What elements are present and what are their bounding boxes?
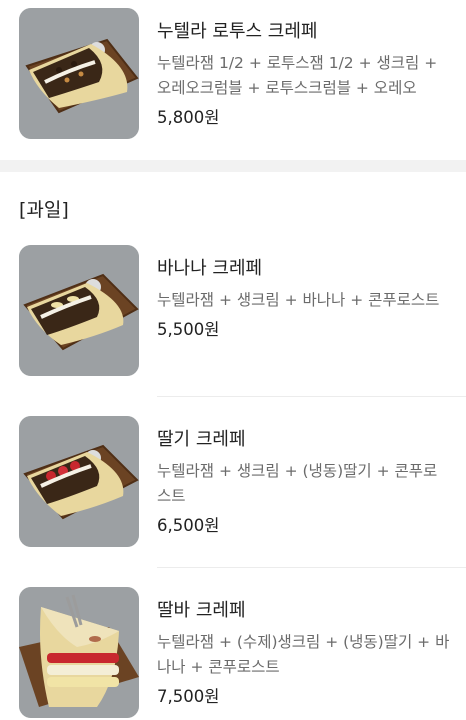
menu-item-name: 바나나 크레페 [157, 258, 263, 279]
section-separator [0, 160, 466, 172]
menu-item-description: 누텔라잼 + 생크림 + 바나나 + 콘푸로스트 [157, 291, 440, 309]
menu-item-photo [19, 8, 139, 139]
menu-item-name: 딸바 크레페 [157, 600, 246, 621]
menu-item-price: 6,500원 [157, 516, 220, 535]
menu-item-description: 누텔라잼 + 생크림 + (냉동)딸기 + 콘푸로스트 [157, 462, 438, 505]
menu-item-description: 누텔라잼 + (수제)생크림 + (냉동)딸기 + 바나나 + 콘푸로스트 [157, 633, 450, 676]
menu-item-name: 누텔라 로투스 크레페 [157, 21, 318, 42]
section-title: [과일] [19, 199, 69, 221]
item-divider [157, 396, 466, 397]
item-divider [157, 567, 466, 568]
menu-item-price: 5,800원 [157, 108, 220, 127]
menu-item-price: 5,500원 [157, 320, 220, 339]
menu-item-photo [19, 416, 139, 547]
menu-item-photo [19, 587, 139, 718]
menu-item-name: 딸기 크레페 [157, 429, 246, 450]
menu-item-description: 누텔라잼 1/2 + 로투스잼 1/2 + 생크림 + 오레오크럼블 + 로투스… [157, 54, 438, 97]
menu-item-price: 7,500원 [157, 687, 220, 706]
menu-item-photo [19, 245, 139, 376]
